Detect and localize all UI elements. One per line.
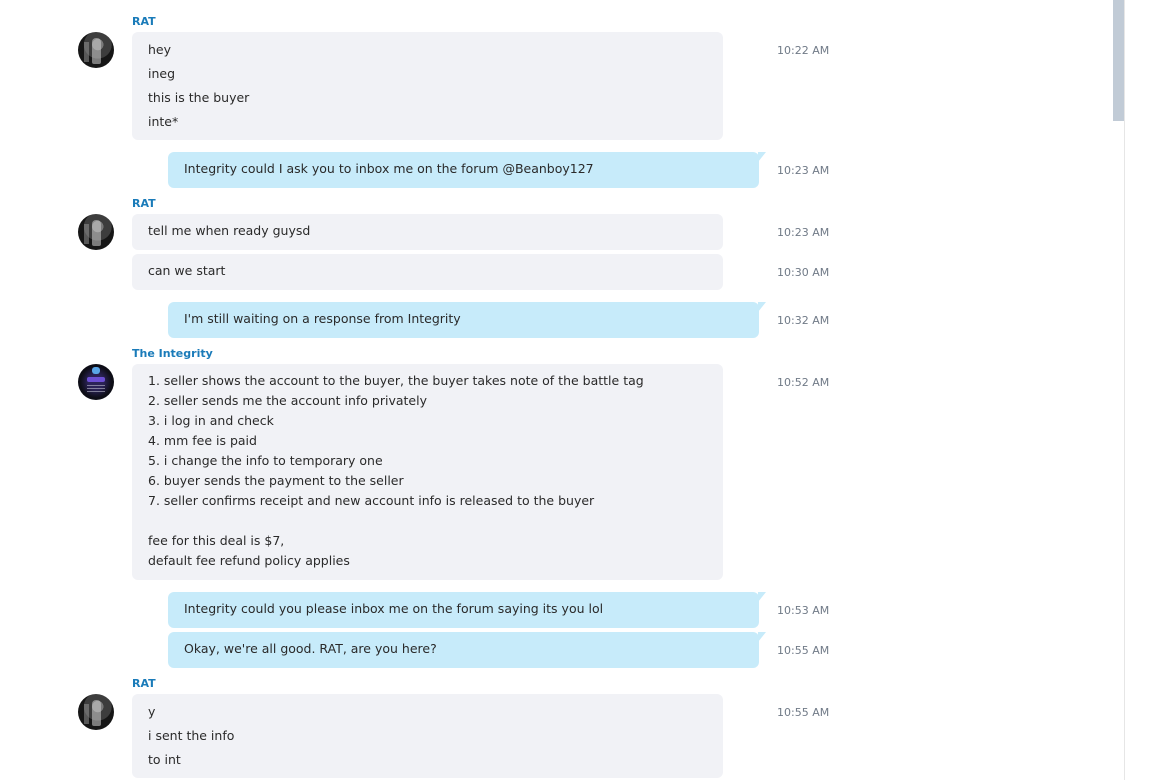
message-text: Integrity could you please inbox me on t… [184, 601, 604, 616]
message-spacer [148, 511, 707, 531]
message-timestamp: 10:32 AM [777, 314, 830, 327]
message-text: 6. buyer sends the payment to the seller [148, 473, 404, 488]
message-timestamp: 10:22 AM [777, 44, 830, 57]
message-text: default fee refund policy applies [148, 553, 350, 568]
message-text: 1. seller shows the account to the buyer… [148, 373, 644, 388]
message-bubble[interactable]: y i sent the info to int [132, 694, 723, 778]
sender-name[interactable]: RAT [132, 677, 156, 690]
message-text: this is the buyer [148, 90, 250, 105]
rat-avatar-icon[interactable] [78, 694, 114, 730]
message-text: Okay, we're all good. RAT, are you here? [184, 641, 437, 656]
message-text: 7. seller confirms receipt and new accou… [148, 493, 595, 508]
message-timestamp: 10:53 AM [777, 604, 830, 617]
message-text: to int [148, 752, 181, 767]
message-text: Integrity could I ask you to inbox me on… [184, 161, 594, 176]
message-timestamp: 10:55 AM [777, 644, 830, 657]
message-timestamp: 10:55 AM [777, 706, 830, 719]
rat-avatar-icon[interactable] [78, 214, 114, 250]
message-text: hey [148, 42, 172, 57]
message-text: 5. i change the info to temporary one [148, 453, 383, 468]
message-bubble[interactable]: Okay, we're all good. RAT, are you here? [168, 632, 766, 668]
message-bubble[interactable]: Integrity could I ask you to inbox me on… [168, 152, 766, 188]
message-bubble[interactable]: hey ineg this is the buyer inte* [132, 32, 723, 140]
rat-avatar-icon[interactable] [78, 32, 114, 68]
message-timestamp: 10:23 AM [777, 164, 830, 177]
message-bubble[interactable]: can we start [132, 254, 723, 290]
message-text: I'm still waiting on a response from Int… [184, 311, 461, 326]
sender-name[interactable]: The Integrity [132, 347, 213, 360]
scrollbar-track[interactable] [1124, 0, 1125, 780]
message-text: inte* [148, 114, 179, 129]
integrity-avatar-icon[interactable] [78, 364, 114, 400]
message-bubble[interactable]: tell me when ready guysd [132, 214, 723, 250]
message-bubble[interactable]: I'm still waiting on a response from Int… [168, 302, 766, 338]
chat-thread: RAT hey ineg this is the buyer inte* 10:… [0, 0, 1124, 780]
message-timestamp: 10:30 AM [777, 266, 830, 279]
message-text: can we start [148, 263, 226, 278]
message-text: 3. i log in and check [148, 413, 274, 428]
message-bubble[interactable]: 1. seller shows the account to the buyer… [132, 364, 723, 580]
message-text: 2. seller sends me the account info priv… [148, 393, 427, 408]
message-text: y [148, 704, 156, 719]
message-bubble[interactable]: Integrity could you please inbox me on t… [168, 592, 766, 628]
message-text: ineg [148, 66, 176, 81]
sender-name[interactable]: RAT [132, 15, 156, 28]
message-text: 4. mm fee is paid [148, 433, 257, 448]
scrollbar-thumb[interactable] [1113, 0, 1124, 121]
message-timestamp: 10:23 AM [777, 226, 830, 239]
message-text: i sent the info [148, 728, 235, 743]
message-timestamp: 10:52 AM [777, 376, 830, 389]
sender-name[interactable]: RAT [132, 197, 156, 210]
message-text: tell me when ready guysd [148, 223, 311, 238]
message-text: fee for this deal is $7, [148, 533, 285, 548]
